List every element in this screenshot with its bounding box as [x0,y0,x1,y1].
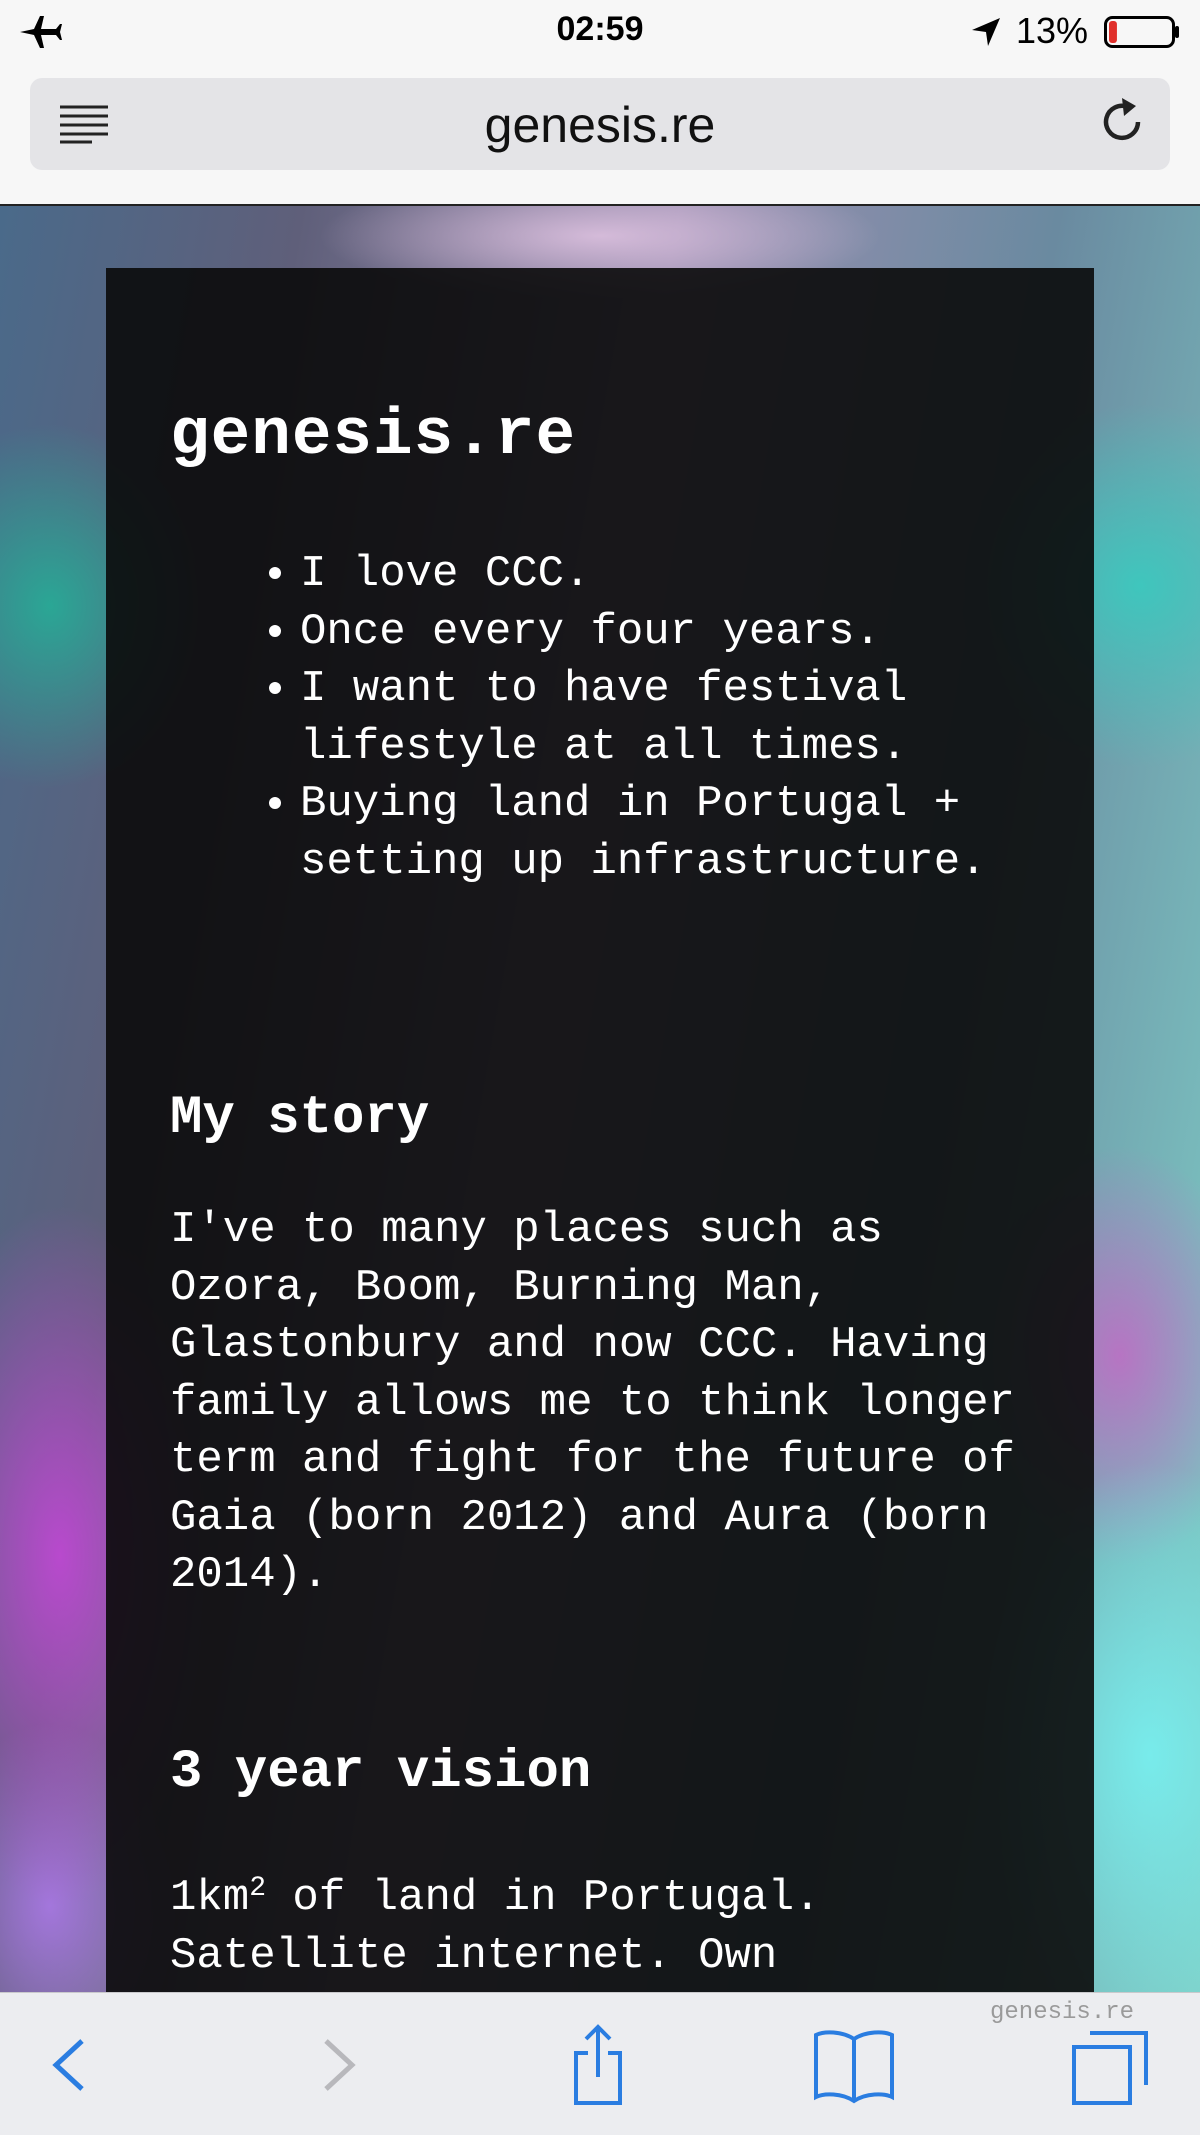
battery-icon [1104,16,1179,48]
reload-icon[interactable] [1096,96,1148,148]
address-bar[interactable]: genesis.re [30,78,1170,170]
story-heading: My story [170,1088,430,1149]
vision-text-superscript: 2 [249,1873,267,1904]
list-item: I love CCC. [300,546,1050,604]
content-panel: genesis.re I love CCC. Once every four y… [106,268,1094,1992]
list-item: Once every four years. [300,604,1050,662]
bookmarks-icon[interactable] [812,2023,896,2107]
vision-heading: 3 year vision [170,1742,592,1803]
list-item: I want to have festival lifestyle at all… [300,661,1050,776]
vision-text-prefix: 1km [170,1873,250,1923]
story-paragraph: I've to many places such as Ozora, Boom,… [170,1205,1015,1600]
battery-percent: 13% [1016,10,1089,51]
web-content-background: genesis.re I love CCC. Once every four y… [0,206,1200,1992]
forward-icon[interactable] [296,2023,380,2107]
url-text[interactable]: genesis.re [30,96,1170,154]
tabs-icon[interactable] [1068,2023,1152,2107]
address-bar-area: genesis.re [0,66,1200,206]
bottom-toolbar: genesis.re [0,1992,1200,2135]
status-bar: 02:59 13% [0,0,1200,66]
vision-paragraph: 1km2 of land in Portugal. Satellite inte… [170,1870,1030,1985]
share-icon[interactable] [556,2023,640,2107]
intro-list: I love CCC. Once every four years. I wan… [170,546,1050,891]
back-icon[interactable] [28,2023,112,2107]
location-arrow-icon [972,18,1000,46]
watermark: genesis.re [990,1999,1135,2026]
page-title: genesis.re [170,398,577,473]
list-item: Buying land in Portugal + setting up inf… [300,776,1050,891]
vision-text-rest: of land in Portugal. Satellite internet.… [170,1873,821,1981]
